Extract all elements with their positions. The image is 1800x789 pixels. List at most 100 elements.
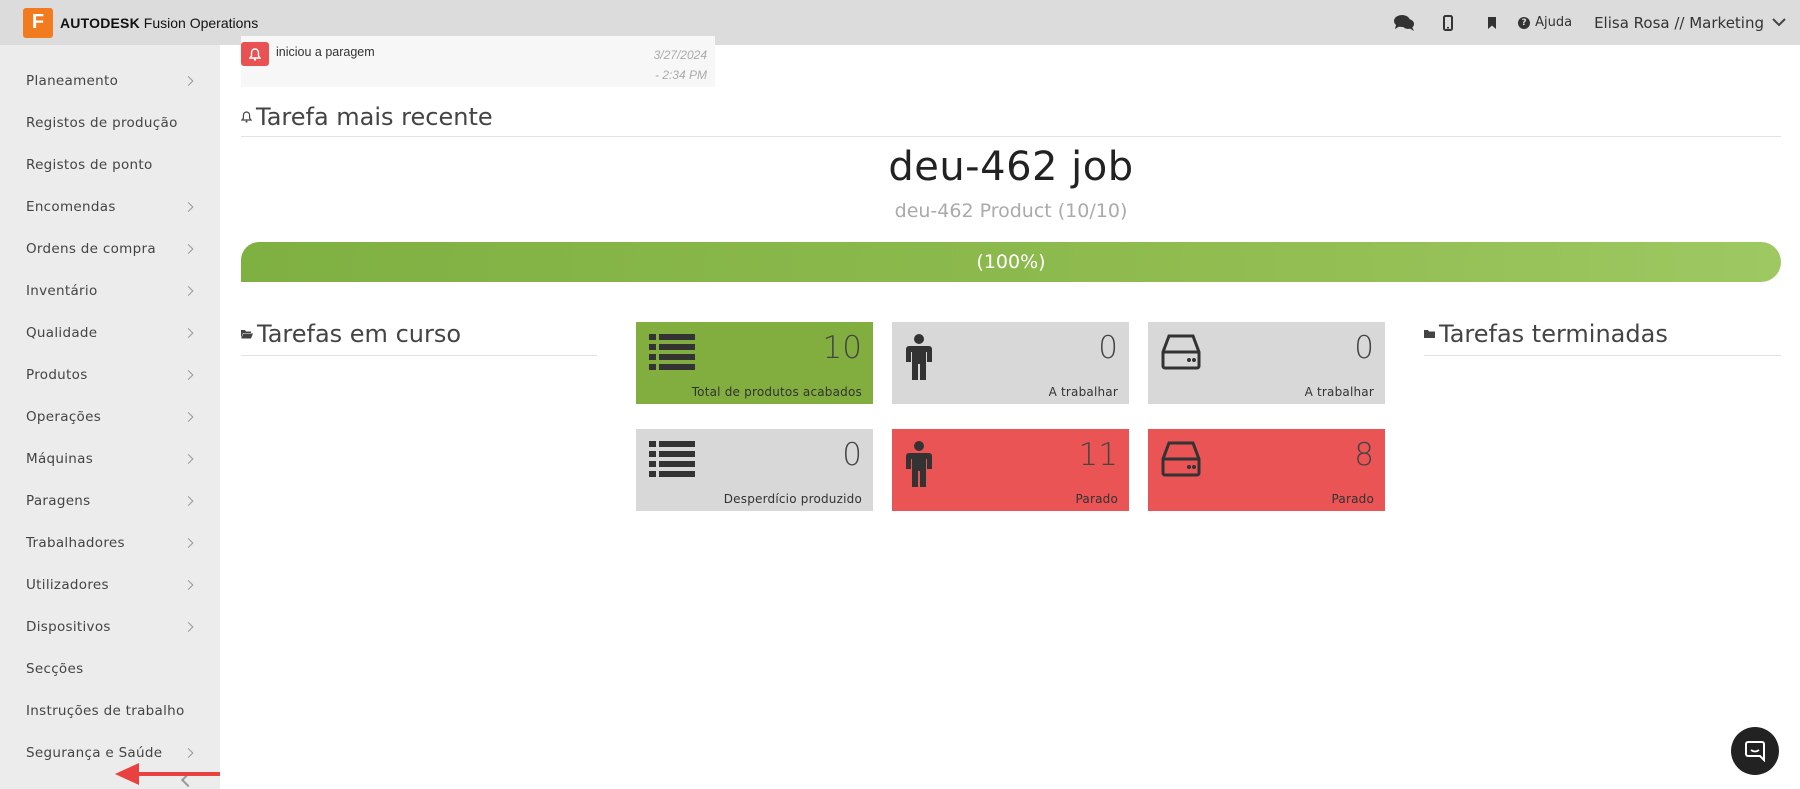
sidebar-item-label: Ordens de compra xyxy=(26,241,156,257)
chat-bubble-icon xyxy=(1745,741,1765,762)
bell-outline-icon xyxy=(241,111,252,123)
sidebar-item[interactable]: Ordens de compra xyxy=(0,228,220,270)
notification-text: iniciou a paragem xyxy=(276,45,375,59)
chevron-right-icon xyxy=(183,622,194,632)
divider xyxy=(1424,355,1781,356)
worker-icon xyxy=(905,441,933,491)
sidebar-item-label: Qualidade xyxy=(26,325,98,341)
list-icon xyxy=(649,334,695,374)
sidebar-item[interactable]: Segurança e Saúde xyxy=(0,732,220,774)
stat-label: A trabalhar xyxy=(1048,385,1118,399)
sidebar-item-label: Secções xyxy=(26,661,84,677)
sidebar: Planeamento Registos de produção Registos … xyxy=(0,45,220,789)
stat-tile[interactable]: 11 Parado xyxy=(892,429,1129,511)
topbar-actions: ? Ajuda Elisa Rosa // Marketing xyxy=(1382,0,1786,45)
sidebar-item[interactable]: Paragens xyxy=(0,480,220,522)
bookmark-icon[interactable] xyxy=(1470,0,1514,45)
mobile-icon[interactable] xyxy=(1426,0,1470,45)
sidebar-item[interactable]: Dispositivos xyxy=(0,606,220,648)
latest-task-heading: Tarefa mais recente xyxy=(241,103,493,131)
sidebar-item[interactable]: Secções xyxy=(0,648,220,690)
sidebar-item[interactable]: Registos de ponto xyxy=(0,144,220,186)
sidebar-item-label: Registos de ponto xyxy=(26,157,153,173)
chevron-down-icon xyxy=(1772,18,1786,27)
stat-tile[interactable]: 0 A trabalhar xyxy=(1148,322,1385,404)
in-progress-heading: Tarefas em curso xyxy=(241,320,461,348)
chevron-right-icon xyxy=(183,202,194,212)
divider xyxy=(241,136,1781,137)
notification-date-value: 3/27/2024 xyxy=(653,48,707,62)
job-product-line: deu-462 Product (10/10) xyxy=(894,200,1128,222)
sidebar-item[interactable]: Operações xyxy=(0,396,220,438)
chat-widget-button[interactable] xyxy=(1731,727,1779,775)
sidebar-item-label: Segurança e Saúde xyxy=(26,745,163,761)
brand-name: AUTODESK Fusion Operations xyxy=(60,15,258,31)
progress-label: (100%) xyxy=(976,251,1046,273)
stat-value: 8 xyxy=(1354,437,1374,473)
stat-tile[interactable]: 0 A trabalhar xyxy=(892,322,1129,404)
divider xyxy=(241,355,597,356)
stat-value: 11 xyxy=(1078,437,1118,473)
folder-icon xyxy=(1424,330,1435,338)
stat-value: 0 xyxy=(1098,330,1118,366)
chevron-right-icon xyxy=(183,76,194,86)
chevron-right-icon xyxy=(183,496,194,506)
sidebar-item-label: Operações xyxy=(26,409,102,425)
notification-date: 3/27/2024 - 2:34 PM xyxy=(560,45,707,85)
chevron-right-icon xyxy=(183,370,194,380)
stat-tile[interactable]: 10 Total de produtos acabados xyxy=(636,322,873,404)
sidebar-item-label: Paragens xyxy=(26,493,91,509)
finished-title: Tarefas terminadas xyxy=(1439,320,1668,348)
user-label: Elisa Rosa // Marketing xyxy=(1594,13,1764,32)
stat-label: Parado xyxy=(1075,492,1118,506)
sidebar-item-label: Instruções de trabalho xyxy=(26,703,185,719)
sidebar-item[interactable]: Inventário xyxy=(0,270,220,312)
brand-product: Fusion Operations xyxy=(143,14,259,31)
job-title: deu-462 job xyxy=(888,144,1134,190)
sidebar-item[interactable]: Planeamento xyxy=(0,60,220,102)
user-menu[interactable]: Elisa Rosa // Marketing xyxy=(1594,14,1786,32)
sidebar-item[interactable]: Máquinas xyxy=(0,438,220,480)
finished-heading: Tarefas terminadas xyxy=(1424,320,1668,348)
chevron-right-icon xyxy=(183,454,194,464)
sidebar-item-label: Registos de produção xyxy=(26,115,178,131)
stat-value: 0 xyxy=(1354,330,1374,366)
sidebar-item[interactable]: Qualidade xyxy=(0,312,220,354)
folder-open-icon xyxy=(241,330,253,339)
annotation-arrow-line xyxy=(135,772,220,776)
machine-icon xyxy=(1161,441,1201,481)
app-logo[interactable]: F xyxy=(23,7,53,38)
list-icon xyxy=(649,441,695,481)
chevron-right-icon xyxy=(183,328,194,338)
sidebar-item[interactable]: Encomendas xyxy=(0,186,220,228)
sidebar-item-label: Encomendas xyxy=(26,199,116,215)
sidebar-item-label: Utilizadores xyxy=(26,577,109,593)
stat-tile[interactable]: 0 Desperdício produzido xyxy=(636,429,873,511)
brand-bold: AUTODESK xyxy=(60,14,140,31)
sidebar-item[interactable]: Produtos xyxy=(0,354,220,396)
latest-task-title: Tarefa mais recente xyxy=(256,103,493,131)
chevron-right-icon xyxy=(183,244,194,254)
stat-value: 0 xyxy=(842,437,862,473)
help-link[interactable]: ? Ajuda xyxy=(1518,15,1572,30)
help-label: Ajuda xyxy=(1535,15,1573,30)
chat-icon[interactable] xyxy=(1382,0,1426,45)
sidebar-item-label: Trabalhadores xyxy=(26,535,125,551)
sidebar-item-label: Máquinas xyxy=(26,451,94,467)
annotation-arrow-head xyxy=(115,763,139,785)
stat-label: Desperdício produzido xyxy=(723,492,862,506)
stat-value: 10 xyxy=(822,330,862,366)
sidebar-item[interactable]: Utilizadores xyxy=(0,564,220,606)
sidebar-item[interactable]: Instruções de trabalho xyxy=(0,690,220,732)
chevron-right-icon xyxy=(183,412,194,422)
sidebar-item[interactable]: Trabalhadores xyxy=(0,522,220,564)
sidebar-item[interactable]: Registos de produção xyxy=(0,102,220,144)
chevron-right-icon xyxy=(183,538,194,548)
worker-icon xyxy=(905,334,933,384)
sidebar-item-label: Planeamento xyxy=(26,73,119,89)
stat-label: Total de produtos acabados xyxy=(691,385,862,399)
in-progress-title: Tarefas em curso xyxy=(257,320,462,348)
stat-tile[interactable]: 8 Parado xyxy=(1148,429,1385,511)
sidebar-item-label: Inventário xyxy=(26,283,98,299)
bell-icon xyxy=(241,42,269,66)
